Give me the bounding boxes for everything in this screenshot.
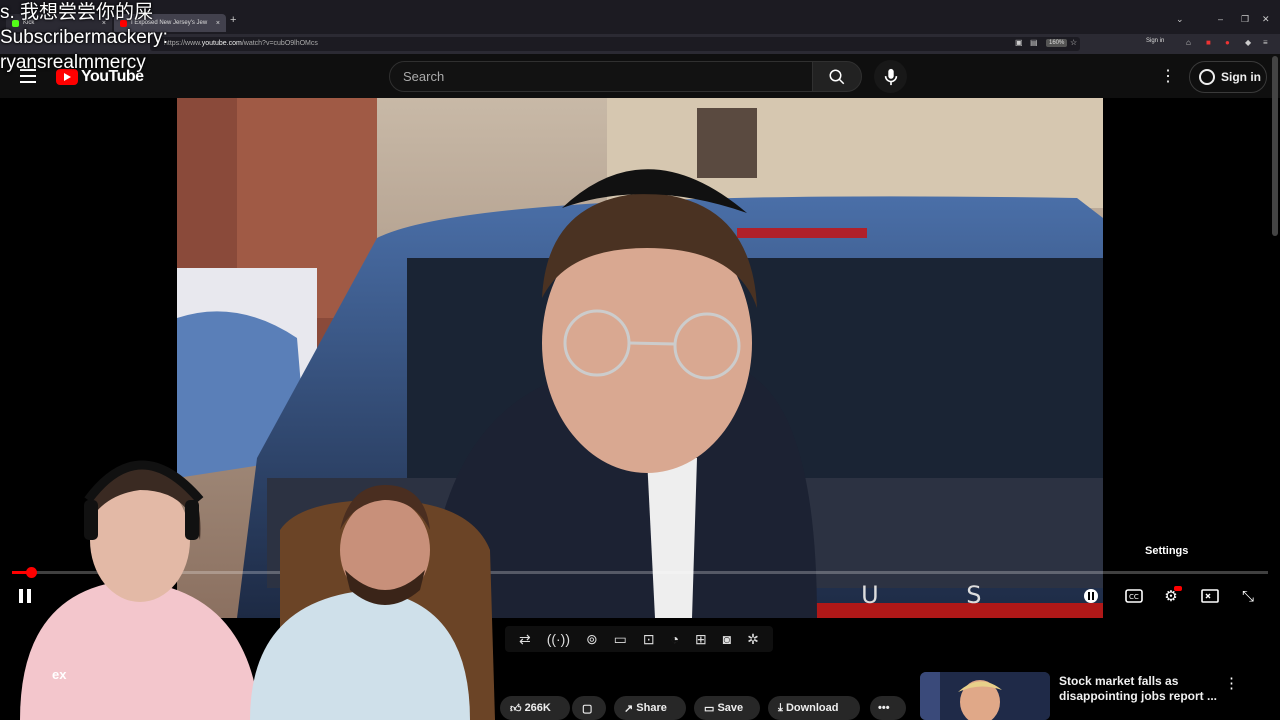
download-button[interactable]: ⤓ Download: [768, 696, 860, 720]
account-icon: [1199, 69, 1215, 85]
picture-in-picture-icon[interactable]: ▣: [1015, 38, 1023, 47]
url-toolbar: https://www.youtube.com/watch?v=cubO9lhO…: [0, 34, 1280, 54]
clapper-icon[interactable]: ▭: [614, 631, 627, 648]
chat-fragment: ex: [52, 667, 67, 682]
autoplay-icon: [1084, 589, 1098, 603]
recommendation-title[interactable]: Stock market falls as disappointing jobs…: [1059, 674, 1219, 704]
more-actions-button[interactable]: •••: [870, 696, 906, 720]
more-options-icon[interactable]: ⋮: [1160, 66, 1176, 88]
share-button[interactable]: ↗ Share: [614, 696, 686, 720]
share-label: Share: [636, 702, 667, 714]
fullscreen-icon: ⤡: [1241, 587, 1254, 605]
address-bar[interactable]: https://www.youtube.com/watch?v=cubO9lhO…: [150, 37, 1080, 51]
closed-captions-icon: CC: [1125, 589, 1143, 603]
save-icon: ▭: [704, 702, 715, 715]
extension-badge-icon[interactable]: ■: [1206, 38, 1211, 47]
crop-icon[interactable]: ⊡: [643, 631, 655, 648]
autoplay-toggle[interactable]: [1080, 586, 1102, 606]
settings-tooltip: Settings: [1145, 545, 1189, 557]
page-scrollbar[interactable]: [1272, 56, 1278, 236]
recommendation-thumbnail[interactable]: [920, 672, 1050, 720]
overlay-line-1: s. 我想尝尝你的屎: [0, 2, 154, 23]
new-tab-button[interactable]: +: [230, 14, 236, 26]
theater-mode-button[interactable]: [1199, 586, 1221, 606]
download-icon: ⤓: [778, 701, 783, 714]
loop-icon[interactable]: ⇄: [519, 631, 531, 648]
theater-mode-icon: [1201, 589, 1219, 603]
browser-tab-bar: Kick × I Exposed New Jersey's Jew × + ⌄ …: [0, 0, 1280, 34]
audio-icon[interactable]: ((·)): [547, 631, 570, 647]
search-input[interactable]: Search: [389, 61, 813, 92]
overlay-line-3: ryansrealmmercy: [0, 52, 146, 73]
search-button[interactable]: [812, 61, 862, 92]
screenshot-icon[interactable]: ◙: [723, 631, 731, 647]
sign-in-button[interactable]: Sign in: [1189, 61, 1267, 93]
extension-icon[interactable]: ⌂: [1186, 38, 1191, 47]
add-icon[interactable]: ⊞: [695, 631, 707, 648]
recommendation-more-icon[interactable]: ⋮: [1224, 674, 1239, 692]
like-count: 266K: [524, 702, 551, 714]
microphone-icon: [884, 68, 897, 85]
reader-view-icon[interactable]: ▤: [1030, 38, 1038, 47]
bookmark-star-icon[interactable]: ☆: [1070, 38, 1077, 47]
subtitles-button[interactable]: CC: [1123, 586, 1145, 606]
url-prefix: https://www.: [164, 40, 202, 47]
minimize-button[interactable]: –: [1218, 14, 1223, 24]
browser-sign-in[interactable]: Sign in: [1146, 38, 1164, 44]
video-extension-toolbar: ⇄ ((·)) ⊚ ▭ ⊡ ◔ ⊞ ◙ ✲: [505, 626, 773, 652]
download-label: Download: [785, 702, 839, 714]
speed-icon[interactable]: ◔: [671, 631, 679, 647]
webcam-overlay: [0, 440, 500, 720]
sign-in-label: Sign in: [1221, 70, 1261, 84]
save-button[interactable]: ▭ Save: [694, 696, 760, 720]
hd-badge: [1174, 586, 1182, 591]
svg-text:CC: CC: [1129, 593, 1139, 601]
zoom-badge[interactable]: 160%: [1046, 39, 1068, 47]
url-path: /watch?v=cubO9lhOMcs: [241, 40, 318, 47]
dislike-button[interactable]: ▢: [572, 696, 606, 720]
restore-button[interactable]: ❐: [1241, 14, 1249, 25]
search-icon: [829, 69, 845, 84]
thumbnail-image: [920, 672, 1050, 720]
record-extension-icon[interactable]: ●: [1225, 38, 1230, 47]
close-tab-icon[interactable]: ×: [216, 20, 220, 27]
url-host: youtube.com: [201, 40, 242, 47]
menu-icon[interactable]: ≡: [1263, 38, 1268, 47]
more-actions-label: •••: [878, 702, 890, 714]
stats-icon[interactable]: ⊚: [586, 631, 598, 648]
gear-icon[interactable]: ✲: [747, 631, 759, 648]
overlay-line-2: Subscribermackery:: [0, 27, 168, 48]
stream-text-overlay: s. 我想尝尝你的屎 Subscribermackery: ryansrealm…: [0, 0, 168, 75]
close-window-button[interactable]: ✕: [1262, 14, 1270, 25]
fullscreen-button[interactable]: ⤡: [1237, 586, 1259, 606]
tab-list-icon[interactable]: ⌄: [1176, 14, 1184, 25]
extension-puzzle-icon[interactable]: ◆: [1245, 38, 1251, 47]
like-button[interactable]: 👍︎ 266K: [500, 696, 570, 720]
settings-button[interactable]: ⚙: [1160, 586, 1182, 606]
share-icon: ↗: [624, 702, 634, 715]
save-label: Save: [717, 702, 744, 714]
thumbs-down-icon: ▢: [582, 702, 593, 715]
thumbs-up-icon: 👍︎: [510, 702, 522, 715]
webcam-image: [20, 460, 495, 720]
voice-search-button[interactable]: [874, 60, 907, 93]
